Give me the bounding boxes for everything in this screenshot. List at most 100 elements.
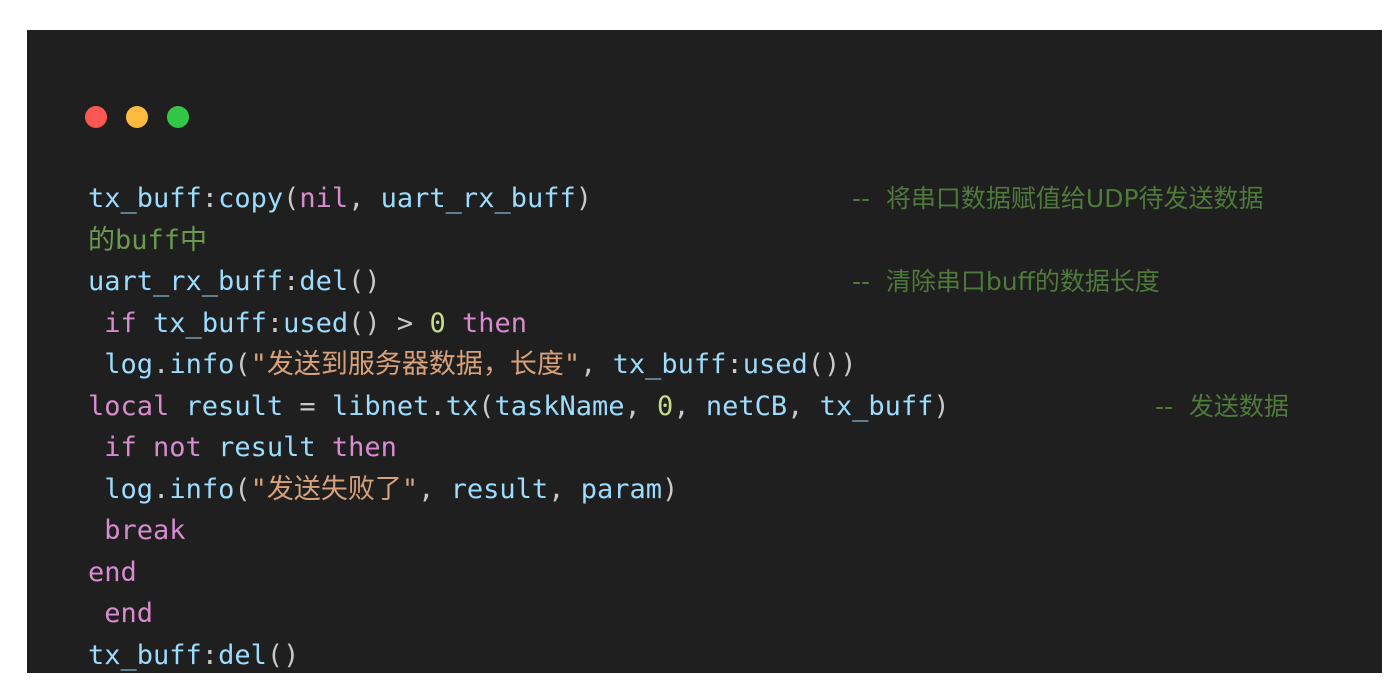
code-token: , xyxy=(548,473,581,505)
code-token: used xyxy=(283,307,349,339)
code-token: ( xyxy=(234,473,251,505)
code-token: log xyxy=(104,473,154,505)
code-token: . xyxy=(153,473,170,505)
code-token: param xyxy=(580,473,662,505)
code-token: ( xyxy=(283,183,300,214)
code-token: end xyxy=(88,556,137,588)
code-token: > xyxy=(396,307,414,339)
code-token: "发送失败了" xyxy=(250,473,419,505)
code-token: () xyxy=(266,639,300,671)
code-token: ()) xyxy=(807,349,857,380)
code-line: break xyxy=(27,510,1382,552)
code-token: tx_buff xyxy=(612,349,727,380)
code-token: "发送到服务器数据，长度" xyxy=(250,349,581,380)
close-dot[interactable] xyxy=(85,106,107,128)
code-token: end xyxy=(104,598,154,629)
code-token: : xyxy=(726,349,743,380)
code-token: ) xyxy=(575,183,592,214)
code-comment: -- 发送数据 xyxy=(1155,391,1289,421)
code-line: end xyxy=(27,593,1382,635)
code-line: uart_rx_buff:del() -- 清除串口buff的数据长度 xyxy=(27,261,1382,303)
code-line: if not result then xyxy=(27,427,1382,469)
code-token: tx_buff xyxy=(88,183,202,214)
code-token: break xyxy=(104,515,186,546)
code-block[interactable]: tx_buff:copy(nil, uart_rx_buff) -- 将串口数据赋… xyxy=(27,178,1382,673)
code-token: taskName xyxy=(494,390,625,422)
code-token: tx_buff xyxy=(88,639,202,671)
code-line: log.info("发送失败了", result, param) xyxy=(27,469,1382,511)
code-token: local xyxy=(88,390,170,422)
code-snippet-card: tx_buff:copy(nil, uart_rx_buff) -- 将串口数据赋… xyxy=(27,30,1382,673)
code-token: used xyxy=(742,349,808,380)
code-token: libnet xyxy=(331,390,430,422)
code-line: 的buff中 xyxy=(27,220,1382,262)
code-token: not xyxy=(153,432,202,463)
code-token: 0 xyxy=(429,307,446,339)
code-token: tx_buff xyxy=(153,307,267,339)
code-token: log xyxy=(104,349,154,380)
code-token: ) xyxy=(661,473,679,505)
code-line: end xyxy=(27,552,1382,594)
code-token: : xyxy=(266,307,284,339)
code-token: tx xyxy=(445,390,479,422)
code-token: : xyxy=(283,266,300,297)
code-line: if tx_buff:used() > 0 then xyxy=(27,303,1382,345)
code-token: , xyxy=(787,390,820,422)
code-line: local result = libnet.tx(taskName, 0, ne… xyxy=(27,386,1382,428)
code-token: uart_rx_buff xyxy=(380,183,576,214)
code-token: copy xyxy=(218,183,284,214)
code-line: tx_buff:copy(nil, uart_rx_buff) -- 将串口数据赋… xyxy=(27,178,1382,220)
code-token: del xyxy=(218,639,267,671)
code-token: 0 xyxy=(657,390,674,422)
code-token: , xyxy=(673,390,706,422)
code-token: info xyxy=(169,349,235,380)
code-token: () xyxy=(348,307,381,339)
code-token: ) xyxy=(933,390,950,422)
code-token: result xyxy=(185,390,284,422)
code-token: () xyxy=(348,266,381,297)
code-token: result xyxy=(218,432,316,463)
code-token: nil xyxy=(299,183,349,214)
code-token: , xyxy=(580,349,613,380)
code-token: ( xyxy=(478,390,495,422)
code-token: then xyxy=(461,307,528,339)
code-token: , xyxy=(348,183,381,214)
code-token: if xyxy=(104,307,137,339)
code-token: . xyxy=(429,390,446,422)
code-token: . xyxy=(153,349,170,380)
code-token: , xyxy=(624,390,658,422)
code-line: log.info("发送到服务器数据，长度", tx_buff:used()) xyxy=(27,344,1382,386)
minimize-dot[interactable] xyxy=(126,106,148,128)
code-token: tx_buff xyxy=(819,390,934,422)
code-token: info xyxy=(169,473,235,505)
code-token: then xyxy=(331,432,397,463)
code-token: ( xyxy=(234,349,251,380)
code-comment: -- 将串口数据赋值给UDP待发送数据 xyxy=(852,184,1264,213)
code-token: result xyxy=(450,473,549,505)
code-token: del xyxy=(299,266,349,297)
code-token: = xyxy=(299,390,316,422)
window-controls xyxy=(85,106,189,128)
code-token: : xyxy=(201,639,219,671)
code-token: if xyxy=(104,432,137,463)
code-line: tx_buff:del() xyxy=(27,635,1382,674)
code-token: netCB xyxy=(705,390,788,422)
code-token: 的buff中 xyxy=(88,224,208,256)
maximize-dot[interactable] xyxy=(167,106,189,128)
